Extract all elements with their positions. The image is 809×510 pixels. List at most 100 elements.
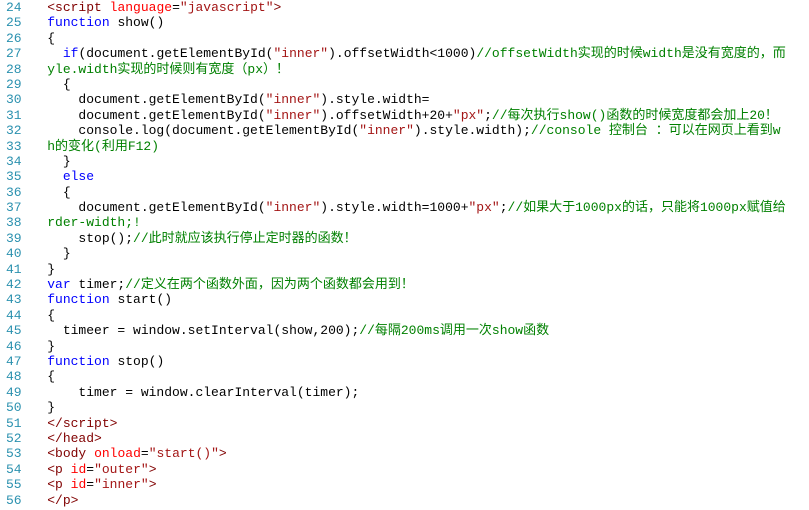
token-tag: > [149,477,157,492]
line-number: 36 [6,185,22,200]
token-plain: document.getElementById( [78,200,265,215]
token-cm: h的变化(利用F12) [47,139,159,154]
code-line: </head> [32,431,786,446]
token-tag: </ [47,431,63,446]
line-number: 43 [6,292,22,307]
token-tag: script [63,416,110,431]
token-kw: var [47,277,70,292]
token-plain: (document.getElementById( [78,46,273,61]
token-plain: stop(); [78,231,133,246]
token-plain: { [47,308,55,323]
token-plain [63,462,71,477]
token-tag: < [47,462,55,477]
line-number: 30 [6,92,22,107]
token-plain [102,0,110,15]
line-number: 38 [6,215,22,230]
token-tag: < [47,446,55,461]
token-cm: rder-width;! [47,215,141,230]
token-plain: ).offsetWidth+20+ [320,108,453,123]
line-number: 34 [6,154,22,169]
code-line: h的变化(利用F12) [32,139,786,154]
token-plain: ; [484,108,492,123]
token-str: "inner" [94,477,149,492]
line-number: 42 [6,277,22,292]
code-line: </script> [32,416,786,431]
code-line: { [32,369,786,384]
token-plain [86,446,94,461]
token-attr: id [71,477,87,492]
code-line: if(document.getElementById("inner").offs… [32,46,786,61]
token-plain: timer = window.clearInterval(timer); [78,385,359,400]
token-str: "inner" [266,200,321,215]
code-line: else [32,169,786,184]
token-tag: < [47,0,55,15]
token-kw: function [47,15,109,30]
token-kw: function [47,354,109,369]
token-plain: } [47,400,55,415]
code-line: document.getElementById("inner").offsetW… [32,108,786,123]
code-line: } [32,339,786,354]
token-cm: //每隔200ms调用一次show函数 [359,323,549,338]
code-line: document.getElementById("inner").style.w… [32,200,786,215]
token-str: "inner" [266,92,321,107]
line-number: 24 [6,0,22,15]
line-number: 33 [6,139,22,154]
code-line: yle.width实现的时候则有宽度（px）！ [32,62,786,77]
code-line: </p> [32,493,786,508]
line-number: 35 [6,169,22,184]
code-line: var timer;//定义在两个函数外面，因为两个函数都会用到！ [32,277,786,292]
line-number: 55 [6,477,22,492]
line-number: 41 [6,262,22,277]
line-number: 40 [6,246,22,261]
line-number: 46 [6,339,22,354]
line-number: 32 [6,123,22,138]
code-editor: 2425262728293031323334353637383940414243… [0,0,809,508]
token-plain: ).offsetWidth<1000) [328,46,476,61]
token-plain: = [172,0,180,15]
token-plain: = [141,446,149,461]
token-plain: document.getElementById( [78,92,265,107]
token-plain: ).style.width=1000+ [320,200,468,215]
code-line: } [32,154,786,169]
token-plain: = [86,462,94,477]
token-cm: yle.width实现的时候则有宽度（px）！ [47,62,289,77]
code-line: } [32,262,786,277]
token-attr: language [110,0,172,15]
code-line: <script language="javascript"> [32,0,786,15]
line-number: 25 [6,15,22,30]
token-cm: //每次执行show()函数的时候宽度都会加上20！ [492,108,778,123]
token-plain [63,477,71,492]
line-number: 26 [6,31,22,46]
token-plain: ; [500,200,508,215]
line-number: 53 [6,446,22,461]
token-str: "px" [469,200,500,215]
token-tag: p [55,462,63,477]
code-line: } [32,400,786,415]
token-plain: = [86,477,94,492]
code-line: { [32,185,786,200]
line-number: 29 [6,77,22,92]
token-tag: < [47,477,55,492]
token-attr: id [71,462,87,477]
code-line: { [32,77,786,92]
token-tag: > [71,493,79,508]
token-plain: ).style.width= [320,92,429,107]
token-cm: //console 控制台 ：可以在网页上看到w [531,123,781,138]
line-number-gutter: 2425262728293031323334353637383940414243… [0,0,30,508]
code-line: { [32,31,786,46]
code-line: timer = window.clearInterval(timer); [32,385,786,400]
token-tag: > [274,0,282,15]
token-tag: </ [47,416,63,431]
line-number: 56 [6,493,22,508]
code-line: function stop() [32,354,786,369]
line-number: 52 [6,431,22,446]
code-line: function start() [32,292,786,307]
token-tag: > [149,462,157,477]
line-number: 27 [6,46,22,61]
line-number: 47 [6,354,22,369]
token-tag: > [110,416,118,431]
token-kw: else [63,169,94,184]
token-cm: //定义在两个函数外面，因为两个函数都会用到！ [125,277,414,292]
code-line: stop();//此时就应该执行停止定时器的函数！ [32,231,786,246]
token-plain: start() [110,292,172,307]
